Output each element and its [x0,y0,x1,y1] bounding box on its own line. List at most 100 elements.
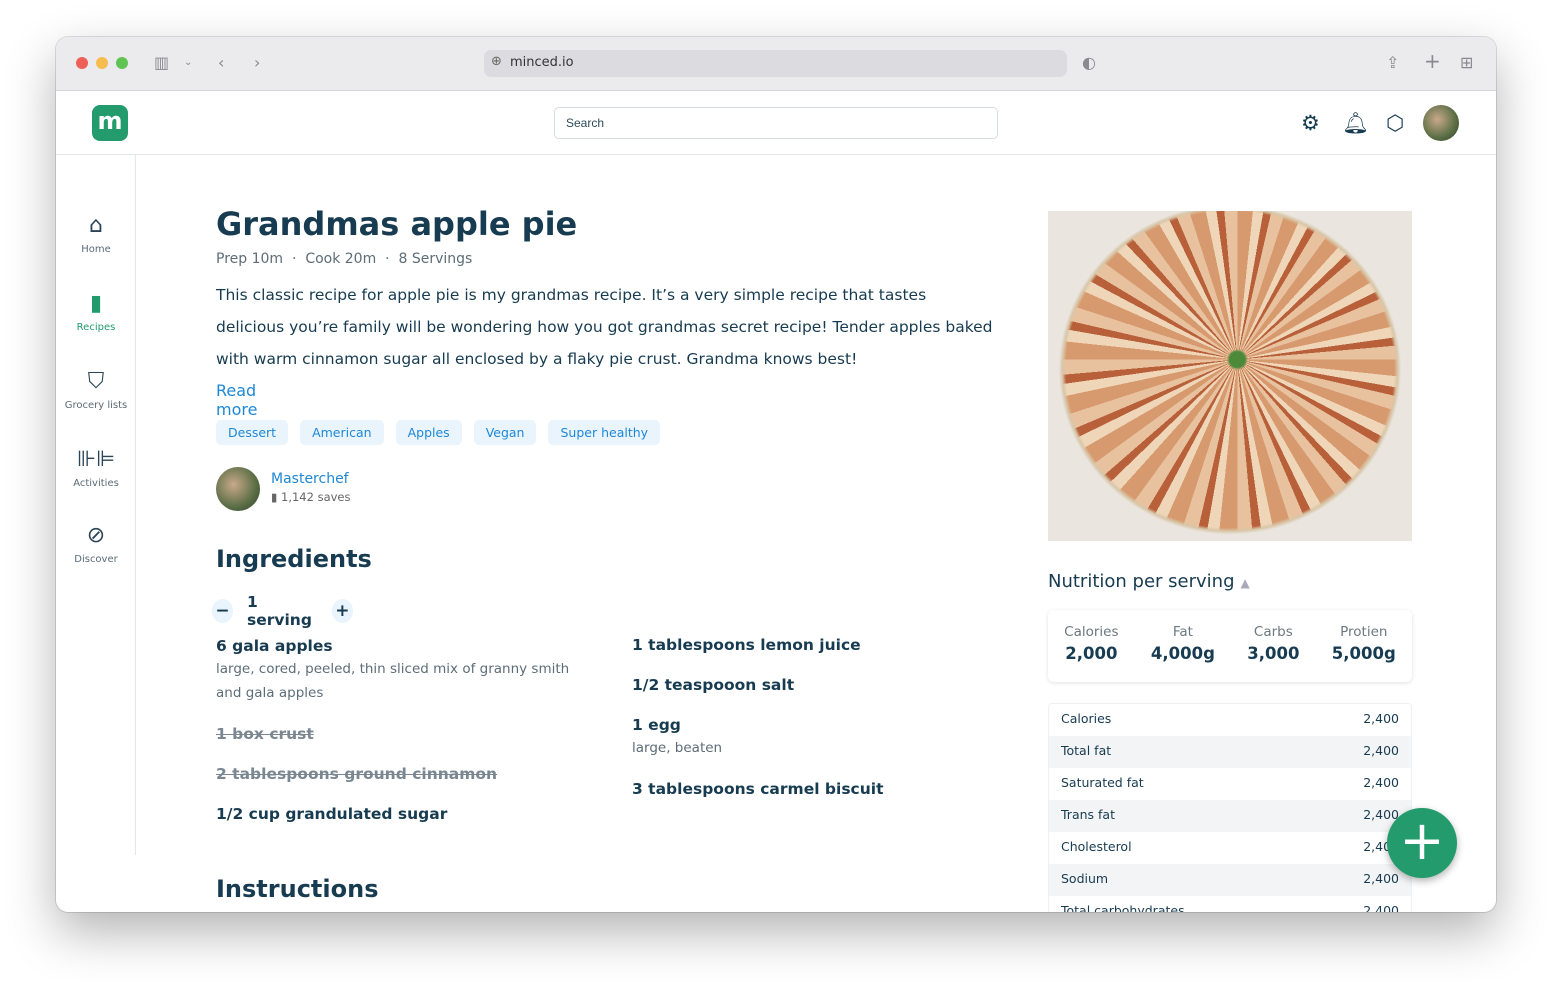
ingredient-name: 1 tablespoons lemon juice [632,636,861,654]
row-label: Total fat [1061,743,1112,758]
row-value: 2,400 [1363,743,1399,758]
tag[interactable]: Apples [395,420,462,445]
ingredient-name: 2 tablespoons ground cinnamon [216,765,498,783]
ingredient-item[interactable]: 1 box crust [216,725,576,743]
new-tab-icon[interactable]: + [1424,49,1441,73]
ingredient-name: 1/2 cup grandulated sugar [216,805,448,823]
table-row: Total carbohydrates 2,400 [1049,896,1411,912]
search-input[interactable]: Search [554,107,998,139]
home-icon: ⌂ [89,213,103,238]
author-name[interactable]: Masterchef [271,471,349,487]
add-button[interactable]: + [1387,808,1457,878]
summary-label: Carbs [1253,624,1293,640]
recipe-description: This classic recipe for apple pie is my … [216,286,993,368]
table-row: Calories 2,400 [1049,704,1411,736]
table-row: Saturated fat 2,400 [1049,768,1411,800]
ingredient-item[interactable]: 6 gala apples large, cored, peeled, thin … [216,637,576,705]
nutrition-title: Nutrition per serving [1048,571,1235,592]
caret-up-icon: ▲ [1240,576,1250,590]
sidebar-item-recipes[interactable]: ▮ Recipes [56,291,136,333]
forward-icon[interactable]: › [254,53,260,72]
sidebar-item-home[interactable]: ⌂ Home [56,213,136,255]
row-value: 2,400 [1363,775,1399,790]
maximize-window-button[interactable] [116,57,128,69]
ingredients-heading: Ingredients [216,545,372,573]
close-window-button[interactable] [76,57,88,69]
url-text: minced.io [510,55,574,70]
summary-carbs: Carbs 3,000 [1247,624,1299,682]
table-row: Sodium 2,400 [1049,864,1411,896]
ingredient-name: 1 egg [632,716,681,734]
tag[interactable]: Vegan [473,420,537,445]
summary-value: 5,000g [1331,644,1396,663]
sidebar-toggle-icon[interactable]: ▥ [154,53,169,72]
nutrition-toggle[interactable]: Nutrition per serving ▲ [1048,571,1250,592]
summary-value: 2,000 [1065,644,1118,663]
summary-value: 4,000g [1150,644,1215,663]
row-label: Total carbohydrates [1061,903,1185,912]
ingredient-detail: large, cored, peeled, thin sliced mix of… [216,661,570,701]
summary-label: Fat [1172,624,1193,640]
compass-icon: ⊘ [86,523,106,548]
sidebar-item-label: Activities [73,478,119,489]
user-avatar[interactable] [1423,105,1459,141]
ingredient-item[interactable]: 2 tablespoons ground cinnamon [216,765,576,783]
row-label: Saturated fat [1061,775,1144,790]
row-label: Calories [1061,711,1112,726]
share-icon[interactable]: ⇪ [1386,53,1399,72]
decrease-serving-button[interactable]: − [212,599,233,623]
row-value: 2,400 [1363,711,1399,726]
row-value: 2,400 [1363,903,1399,912]
ingredient-detail: large, beaten [632,740,723,756]
read-more-link[interactable]: Read more [216,381,257,419]
sidebar-item-discover[interactable]: ⊘ Discover [56,523,136,565]
bell-icon[interactable]: 🔔︎ [1342,111,1369,136]
bookmark-icon: ▮ [89,291,103,316]
hexagon-settings-icon[interactable]: ⬡ [1386,111,1404,135]
ingredient-name: 3 tablespoons carmel biscuit [632,780,884,798]
ingredient-item[interactable]: 1/2 teaspooon salt [632,676,992,694]
shield-icon[interactable]: ◐ [1082,53,1096,72]
globe-icon: ⊕ [491,54,502,69]
chevron-down-icon[interactable]: ⌄ [184,57,192,68]
author-avatar[interactable] [216,467,260,511]
row-label: Trans fat [1061,807,1115,822]
basket-icon: ⛉ [87,369,105,394]
plus-icon: + [1399,809,1445,872]
summary-label: Protien [1340,624,1388,640]
address-bar[interactable]: ⊕ minced.io [484,50,1067,77]
serving-stepper: − 1 serving + [212,593,353,629]
ingredient-item[interactable]: 1 egg large, beaten [632,716,992,760]
app-header: m Search ⚙ 🔔︎ ⬡ [56,91,1496,155]
back-icon[interactable]: ‹ [218,53,224,72]
sidebar-item-grocery-lists[interactable]: ⛉ Grocery lists [56,369,136,411]
sidebar-item-label: Recipes [76,322,116,333]
tab-overview-icon[interactable]: ⊞ [1460,53,1473,72]
sidebar-item-label: Home [81,244,111,255]
sidebar-item-label: Discover [74,554,118,565]
tag[interactable]: American [300,420,384,445]
serving-count: 1 serving [246,593,312,629]
ingredient-item[interactable]: 1 tablespoons lemon juice [632,636,992,654]
minimize-window-button[interactable] [96,57,108,69]
ingredient-item[interactable]: 3 tablespoons carmel biscuit [632,780,992,798]
summary-value: 3,000 [1247,644,1300,663]
increase-serving-button[interactable]: + [331,599,353,623]
sidebar: ⌂ Home ▮ Recipes ⛉ Grocery lists ⊪⊫ Activiti… [56,155,136,855]
browser-window: ▥ ⌄ ‹ › ⊕ minced.io ◐ ⇪ + ⊞ m Search ⚙ 🔔︎… [56,37,1496,912]
summary-label: Calories [1064,624,1119,640]
tag[interactable]: Dessert [216,420,289,445]
sidebar-item-activities[interactable]: ⊪⊫ Activities [56,447,136,489]
logo[interactable]: m [92,105,128,141]
nutrition-summary: Calories 2,000 Fat 4,000g Carbs 3,000 Proti… [1048,610,1412,682]
row-label: Sodium [1061,871,1109,886]
sidebar-item-label: Grocery lists [64,400,128,411]
settings-icon[interactable]: ⚙ [1301,111,1320,135]
ingredient-item[interactable]: 1/2 cup grandulated sugar [216,805,576,823]
browser-toolbar: ▥ ⌄ ‹ › ⊕ minced.io ◐ ⇪ + ⊞ [56,37,1496,91]
tag[interactable]: Super healthy [548,420,661,445]
tag-list: Dessert American Apples Vegan Super heal… [216,420,661,445]
summary-protein: Protien 5,000g [1332,624,1396,682]
author-saves: ▮ 1,142 saves [271,490,351,504]
dumbbell-icon: ⊪⊫ [76,447,116,472]
